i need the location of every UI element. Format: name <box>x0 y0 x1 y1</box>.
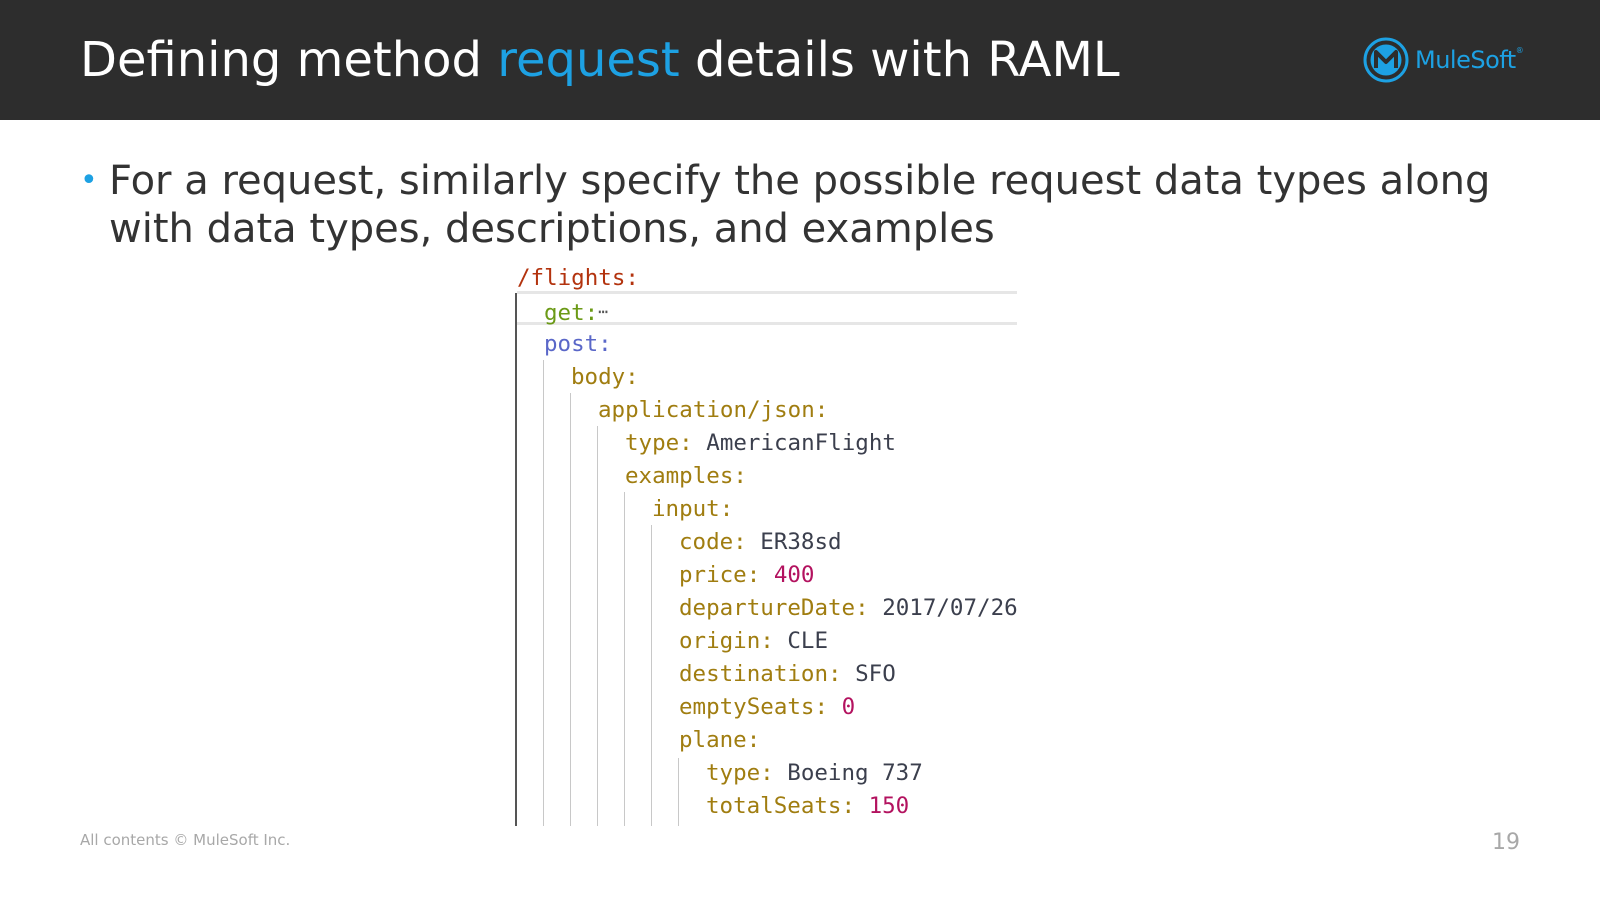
logo-wordmark-text: MuleSoft <box>1415 46 1516 74</box>
code-line: /flights: <box>517 262 639 296</box>
code-line: examples: <box>625 460 747 494</box>
code-key: origin: <box>679 628 774 654</box>
code-key: departureDate: <box>679 595 869 621</box>
code-key: totalSeats: <box>706 793 856 819</box>
code-line: type: Boeing 737 <box>706 757 923 791</box>
bullet-point: • For a request, similarly specify the p… <box>80 157 1520 253</box>
mulesoft-logo-icon <box>1363 37 1409 83</box>
code-key: application/json: <box>598 397 829 423</box>
code-key: get: <box>544 300 599 326</box>
code-line: post: <box>544 328 612 362</box>
code-line: body: <box>571 361 639 395</box>
code-value: 150 <box>868 793 910 819</box>
title-text-start: Defining method <box>80 32 498 88</box>
code-key: emptySeats: <box>679 694 829 720</box>
code-key: type: <box>706 760 774 786</box>
code-key: body: <box>571 364 639 390</box>
code-key: price: <box>679 562 761 588</box>
indent-guide <box>624 492 625 826</box>
title-text-end: details with RAML <box>679 32 1120 88</box>
fold-ellipsis-icon[interactable]: ⋯ <box>598 302 608 321</box>
code-line: emptySeats: 0 <box>679 691 855 725</box>
code-value: 2017/07/26 <box>882 595 1018 621</box>
code-key: post: <box>544 331 612 357</box>
code-value: Boeing 737 <box>787 760 923 786</box>
code-line: price: 400 <box>679 559 814 593</box>
code-line: type: AmericanFlight <box>625 427 896 461</box>
code-value: SFO <box>855 661 896 687</box>
code-value: CLE <box>787 628 829 654</box>
logo-registered-mark: ® <box>1515 46 1524 55</box>
page-number: 19 <box>1492 830 1520 855</box>
code-line: code: ER38sd <box>679 526 842 560</box>
code-line: plane: <box>679 724 760 758</box>
code-key: examples: <box>625 463 747 489</box>
code-key: code: <box>679 529 747 555</box>
code-line: origin: CLE <box>679 625 828 659</box>
bullet-dot: • <box>80 163 98 198</box>
code-value: ER38sd <box>760 529 842 555</box>
logo-wordmark: MuleSoft® <box>1415 46 1524 74</box>
code-line: departureDate: 2017/07/26 <box>679 592 1018 626</box>
title-highlight: request <box>497 32 680 88</box>
code-line: destination: SFO <box>679 658 896 692</box>
indent-guide <box>515 293 517 826</box>
indent-guide <box>651 525 652 826</box>
code-value: AmericanFlight <box>706 430 896 456</box>
code-key: type: <box>625 430 693 456</box>
indent-guide <box>543 360 544 826</box>
slide-header: Defining method request details with RAM… <box>0 0 1600 120</box>
code-key: plane: <box>679 727 761 753</box>
bullet-text: For a request, similarly specify the pos… <box>109 158 1491 252</box>
indent-guide <box>597 426 598 826</box>
code-key: destination: <box>679 661 842 687</box>
footer-copyright: All contents © MuleSoft Inc. <box>80 831 291 849</box>
code-key: /flights: <box>517 265 639 291</box>
slide-title: Defining method request details with RAM… <box>80 30 1120 90</box>
indent-guide <box>678 758 679 826</box>
indent-guide <box>570 393 571 826</box>
mulesoft-logo: MuleSoft® <box>1363 36 1524 84</box>
code-line: get:⋯ <box>544 295 608 329</box>
code-line: totalSeats: 150 <box>706 790 909 824</box>
code-line: input: <box>652 493 733 527</box>
code-value: 400 <box>773 562 815 588</box>
code-key: input: <box>652 496 734 522</box>
code-line: application/json: <box>598 394 828 428</box>
code-value: 0 <box>841 694 856 720</box>
